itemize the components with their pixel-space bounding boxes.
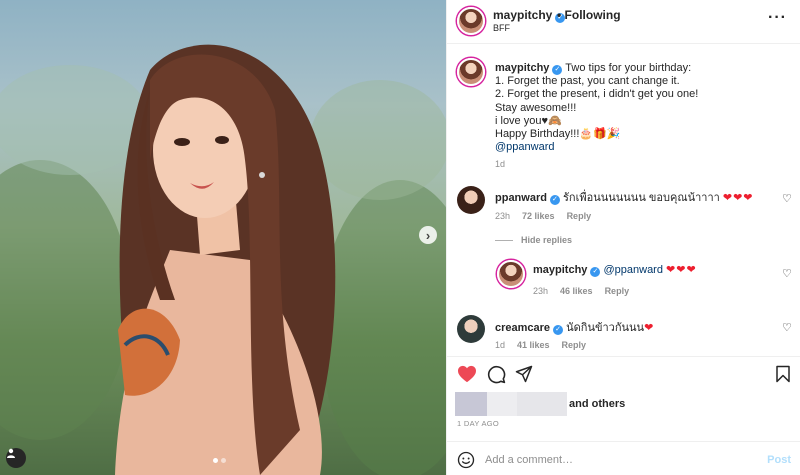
caption-username[interactable]: maypitchy bbox=[495, 62, 549, 74]
comment-2-meta: 23h 46 likes Reply bbox=[533, 286, 629, 296]
reply-button[interactable]: Reply bbox=[562, 340, 587, 350]
reply-button[interactable]: Reply bbox=[605, 286, 630, 296]
hide-replies-button[interactable]: Hide replies bbox=[495, 235, 572, 245]
likes-summary[interactable]: and others bbox=[455, 392, 625, 416]
reply-button[interactable]: Reply bbox=[567, 211, 592, 221]
next-photo-button[interactable]: › bbox=[419, 226, 437, 244]
author-username[interactable]: maypitchy bbox=[493, 8, 552, 22]
post-photo[interactable]: › bbox=[0, 0, 446, 475]
liked-heart-icon[interactable] bbox=[457, 365, 477, 386]
comment-time[interactable]: 23h bbox=[495, 211, 510, 221]
verified-icon: ✓ bbox=[553, 325, 564, 335]
comment-hearts: ❤❤❤ bbox=[722, 192, 754, 204]
like-comment-icon[interactable]: ♡ bbox=[782, 267, 792, 280]
header-subtitle: BFF bbox=[493, 23, 510, 33]
caption-avatar[interactable] bbox=[457, 58, 485, 86]
comment-input[interactable] bbox=[485, 451, 745, 469]
more-options-icon[interactable]: ··· bbox=[768, 9, 787, 27]
tagged-users-button[interactable] bbox=[6, 448, 26, 468]
caption-line: 1. Forget the past, you cant change it. bbox=[495, 75, 680, 88]
portrait-illustration bbox=[0, 44, 446, 475]
caption-mention[interactable]: @ppanward bbox=[495, 141, 795, 154]
comment-mention[interactable]: @ppanward bbox=[603, 264, 662, 276]
commenter-avatar[interactable] bbox=[457, 186, 485, 214]
comment-text: รักเพื่อนนนนนนน ขอบคุณน้าาาา bbox=[563, 192, 720, 204]
reply-avatar[interactable] bbox=[497, 260, 525, 288]
comment-1-meta: 23h 72 likes Reply bbox=[495, 211, 591, 221]
comment-likes[interactable]: 72 likes bbox=[522, 211, 555, 221]
verified-icon: ✓ bbox=[552, 65, 563, 75]
post-header: maypitchy ✓ • Following BFF ··· bbox=[447, 0, 800, 44]
post-author: maypitchy ✓ bbox=[493, 8, 566, 23]
post-date[interactable]: 1 DAY AGO bbox=[457, 419, 499, 428]
separator-dot: • bbox=[557, 8, 562, 22]
comment-3-meta: 1d 41 likes Reply bbox=[495, 340, 586, 350]
comment-1: ppanward ✓ รักเพื่อนนนนนนน ขอบคุณน้าาาา ❤… bbox=[495, 188, 754, 206]
add-comment-bar: Post bbox=[447, 441, 800, 475]
carousel-dot bbox=[221, 458, 226, 463]
share-icon[interactable] bbox=[515, 365, 533, 386]
comment-likes[interactable]: 41 likes bbox=[517, 340, 550, 350]
verified-icon: ✓ bbox=[590, 267, 601, 277]
carousel-dot-active bbox=[213, 458, 218, 463]
comment-username[interactable]: ppanward bbox=[495, 192, 547, 204]
verified-icon: ✓ bbox=[549, 195, 560, 205]
caption-line: Two tips for your birthday: bbox=[565, 62, 692, 74]
like-comment-icon[interactable]: ♡ bbox=[782, 192, 792, 205]
comment-2: maypitchy ✓ @ppanward ❤❤❤ bbox=[533, 263, 697, 277]
caption-line: Stay awesome!!! bbox=[495, 101, 577, 114]
commenter-avatar[interactable] bbox=[457, 315, 485, 343]
caption-line: Happy Birthday!!!🎂🎁🎉 bbox=[495, 128, 621, 141]
post-comment-button[interactable]: Post bbox=[767, 454, 791, 466]
follow-status: • Following bbox=[557, 8, 621, 22]
like-comment-icon[interactable]: ♡ bbox=[782, 321, 792, 334]
comment-text: นัดกินข้าวกันนน bbox=[566, 322, 645, 334]
comment-hearts: ❤ bbox=[644, 322, 655, 334]
comment-time[interactable]: 1d bbox=[495, 340, 505, 350]
caption-line: i love you♥🙈 bbox=[495, 114, 562, 127]
post-side-panel: maypitchy ✓ • Following BFF ··· maypitchy… bbox=[446, 0, 800, 475]
post-actions: and others 1 DAY AGO Post bbox=[447, 356, 800, 475]
blurred-username bbox=[517, 392, 567, 416]
caption-first-line: maypitchy ✓ Two tips for your birthday: bbox=[495, 62, 795, 75]
comment-icon[interactable] bbox=[487, 365, 506, 387]
divider-line bbox=[495, 239, 513, 241]
comment-time[interactable]: 23h bbox=[533, 286, 548, 296]
avatar[interactable] bbox=[457, 7, 485, 35]
and-others-link[interactable]: and others bbox=[569, 398, 625, 410]
post-caption: maypitchy ✓ Two tips for your birthday: 1… bbox=[495, 62, 795, 154]
comment-hearts: ❤❤❤ bbox=[666, 264, 697, 276]
bookmark-icon[interactable] bbox=[775, 365, 791, 386]
caption-time[interactable]: 1d bbox=[495, 159, 505, 169]
emoji-icon[interactable] bbox=[457, 451, 475, 472]
comment-3: creamcare ✓ นัดกินข้าวกันนน❤ bbox=[495, 318, 654, 336]
carousel-indicator bbox=[213, 458, 226, 463]
comment-likes[interactable]: 46 likes bbox=[560, 286, 593, 296]
comment-username[interactable]: maypitchy bbox=[533, 264, 587, 276]
blurred-username bbox=[487, 392, 517, 416]
chevron-right-icon: › bbox=[425, 227, 431, 243]
blurred-avatar bbox=[455, 392, 487, 416]
caption-line: 2. Forget the present, i didn't get you … bbox=[495, 88, 699, 101]
comment-username[interactable]: creamcare bbox=[495, 322, 550, 334]
following-button[interactable]: Following bbox=[565, 8, 621, 22]
user-icon bbox=[7, 448, 15, 458]
hide-replies-label: Hide replies bbox=[521, 235, 573, 245]
